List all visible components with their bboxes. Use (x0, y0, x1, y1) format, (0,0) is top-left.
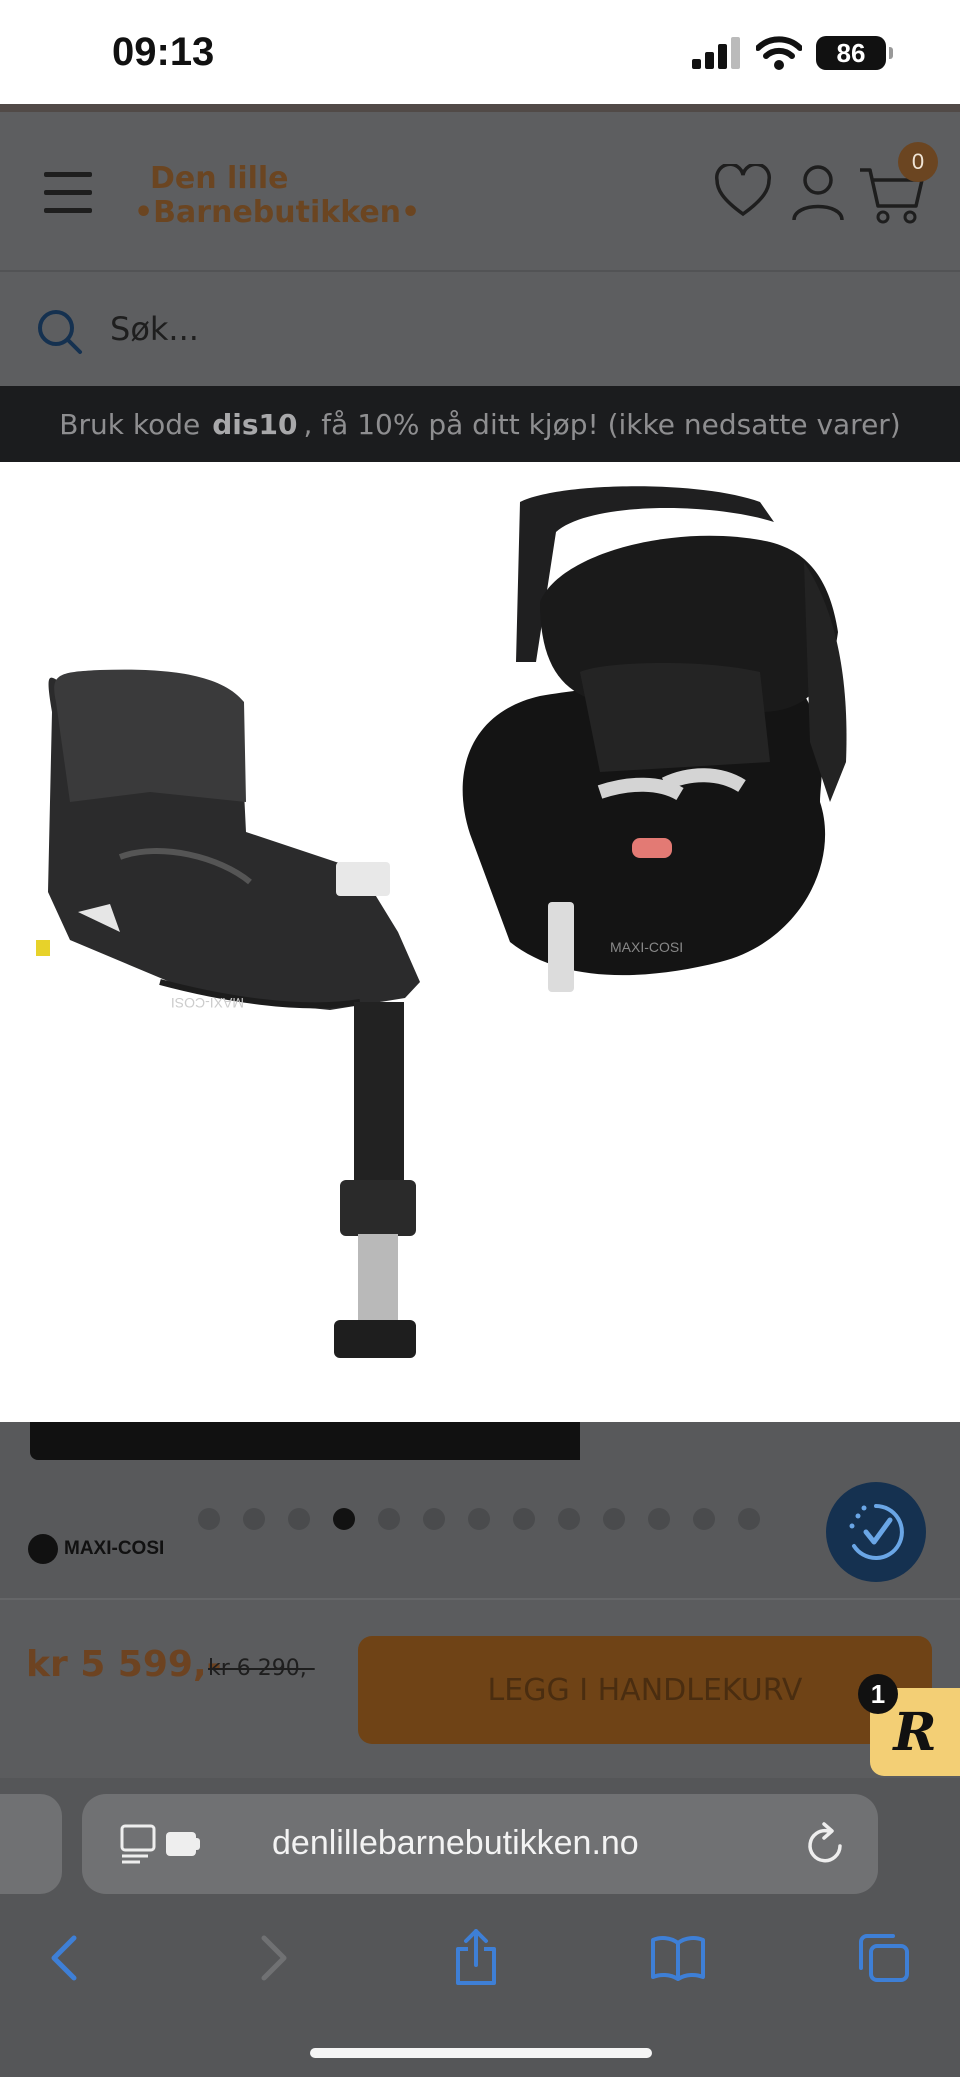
rewards-notification-badge: 1 (858, 1674, 898, 1714)
url-text: denlillebarnebutikken.no (272, 1824, 639, 1862)
promo-suffix: , få 10% på ditt kjøp! (ikke nedsatte va… (303, 407, 901, 441)
page-menu-icon[interactable] (120, 1824, 206, 1864)
forward-button[interactable] (244, 1928, 304, 1988)
bookmarks-button[interactable] (648, 1928, 708, 1988)
gallery-dot[interactable] (648, 1508, 670, 1530)
car-seat-base-image: MAXI-COSI MAXI-COSI (36, 486, 847, 1358)
gallery-dot[interactable] (288, 1508, 310, 1530)
status-bar: 09:13 86 (0, 0, 960, 104)
gallery-dot[interactable] (198, 1508, 220, 1530)
svg-text:MAXI-COSI: MAXI-COSI (610, 939, 683, 955)
gallery-dot[interactable] (738, 1508, 760, 1530)
home-indicator (310, 2048, 652, 2058)
accessibility-button[interactable] (826, 1482, 926, 1582)
battery-indicator: 86 (816, 36, 893, 70)
brand-name: MAXI-COSI (64, 1538, 165, 1559)
product-image[interactable]: MAXI-COSI MAXI-COSI (0, 462, 960, 1422)
svg-text:MAXI-COSI: MAXI-COSI (171, 995, 244, 1011)
product-old-price: kr 6 290,- (208, 1656, 315, 1681)
search-input[interactable] (110, 304, 930, 354)
site-logo[interactable]: Den lille •Barnebutikken• (134, 162, 420, 230)
tabs-icon (859, 1934, 909, 1982)
browser-toolbar (0, 1898, 960, 2077)
previous-tab-peek[interactable] (0, 1794, 62, 1894)
gallery-dot[interactable] (423, 1508, 445, 1530)
menu-bar (44, 172, 92, 177)
back-button[interactable] (34, 1928, 94, 1988)
search-icon[interactable] (36, 308, 84, 356)
wifi-icon (756, 36, 802, 70)
buy-bar: kr 5 599,- kr 6 290,- LEGG I HANDLEKURV … (0, 1598, 960, 1778)
brand-logo[interactable]: MAXI-COSI (28, 1534, 164, 1564)
address-bar[interactable]: denlillebarnebutikken.no (82, 1794, 878, 1894)
gallery-dot[interactable] (243, 1508, 265, 1530)
accessibility-icon (849, 1504, 904, 1560)
reload-icon[interactable] (806, 1822, 846, 1866)
gallery-pagination (198, 1508, 760, 1530)
promo-code: dis10 (212, 407, 298, 441)
status-icons: 86 (692, 36, 893, 70)
gallery-dot[interactable] (603, 1508, 625, 1530)
logo-line-2: •Barnebutikken• (134, 195, 421, 230)
book-icon (651, 1936, 705, 1981)
gallery-strip: MAXI-COSI (0, 1422, 960, 1598)
add-to-cart-button[interactable]: LEGG I HANDLEKURV (358, 1636, 932, 1744)
gallery-dot[interactable] (693, 1508, 715, 1530)
gallery-dot[interactable] (558, 1508, 580, 1530)
site-header: Den lille •Barnebutikken• 0 (0, 104, 960, 272)
thumbnail-edge (30, 1422, 580, 1460)
chevron-left-icon (51, 1935, 77, 1981)
chevron-right-icon (261, 1935, 287, 1981)
rewards-logo-letter: R (893, 1701, 937, 1763)
menu-bar (44, 208, 92, 213)
menu-bar (44, 190, 92, 195)
promo-prefix: Bruk kode (59, 407, 201, 441)
gallery-dot[interactable] (513, 1508, 535, 1530)
gallery-dot[interactable] (378, 1508, 400, 1530)
promo-banner: Bruk kode dis10 , få 10% på ditt kjøp! (… (0, 386, 960, 462)
cart-count-badge: 0 (898, 142, 938, 182)
search-bar (0, 272, 960, 386)
share-button[interactable] (446, 1928, 506, 1988)
logo-line-1: Den lille (150, 161, 289, 196)
product-price: kr 5 599,- (26, 1644, 222, 1685)
tabs-button[interactable] (854, 1928, 914, 1988)
heart-icon[interactable] (714, 164, 772, 218)
account-icon[interactable] (790, 164, 846, 222)
gallery-dot-active[interactable] (333, 1508, 355, 1530)
menu-button[interactable] (44, 172, 92, 214)
gallery-dot[interactable] (468, 1508, 490, 1530)
browser-address-area: denlillebarnebutikken.no (0, 1778, 960, 1898)
cellular-signal-icon (692, 37, 740, 69)
brand-logo-mark (28, 1534, 58, 1564)
share-icon (456, 1929, 496, 1985)
status-time: 09:13 (112, 30, 215, 74)
